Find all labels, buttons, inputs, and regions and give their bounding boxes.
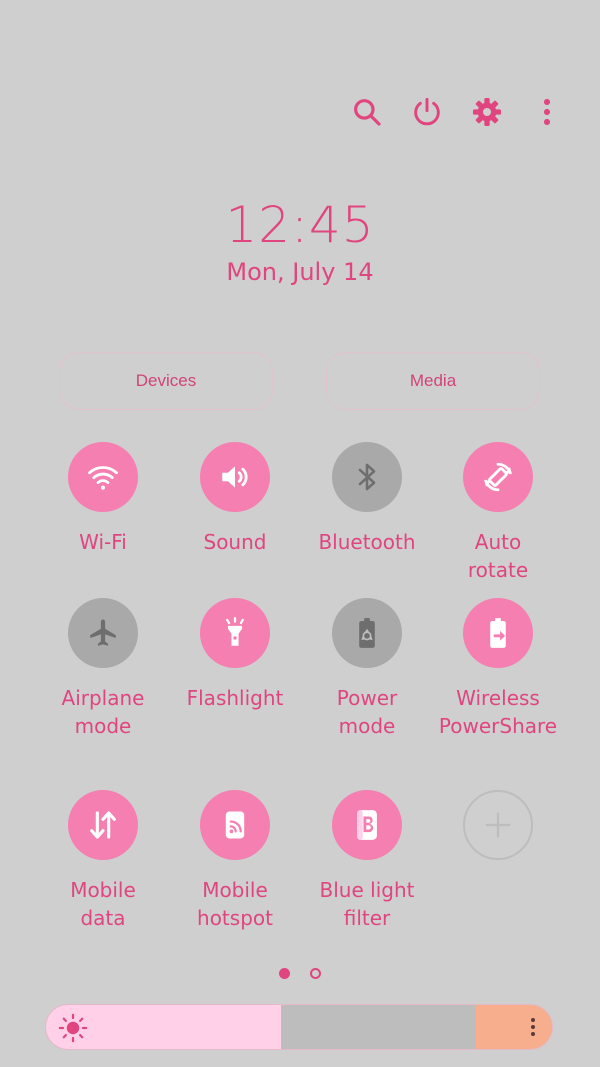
- tile-airplane-mode-toggle[interactable]: [68, 598, 138, 668]
- tile-sound-label: Sound: [203, 530, 267, 554]
- tile-mobile-data-label: Mobile data: [70, 878, 136, 930]
- mobile-hotspot-icon: [225, 811, 245, 839]
- search-icon: [354, 99, 381, 126]
- tile-airplane-mode[interactable]: Airplane mode: [38, 598, 168, 740]
- mobile-data-icon: [90, 811, 116, 839]
- tile-mobile-data[interactable]: Mobile data: [38, 790, 168, 932]
- tile-bluetooth[interactable]: Bluetooth: [302, 442, 432, 556]
- more-vertical-icon: [543, 98, 551, 126]
- sound-icon: [222, 466, 248, 488]
- add-tile-button[interactable]: [463, 790, 533, 860]
- tile-mobile-hotspot-label: Mobile hotspot: [197, 878, 273, 930]
- tile-bluetooth-toggle[interactable]: [332, 442, 402, 512]
- tile-wireless-powershare[interactable]: Wireless PowerShare: [433, 598, 563, 740]
- tile-mobile-hotspot-toggle[interactable]: [200, 790, 270, 860]
- airplane-icon: [90, 619, 116, 646]
- add-icon: [485, 812, 511, 838]
- tile-wifi-label: Wi-Fi: [79, 530, 127, 554]
- tile-mobile-data-toggle[interactable]: [68, 790, 138, 860]
- page-indicator-dot-2[interactable]: [310, 968, 321, 979]
- more-vertical-icon: [531, 1018, 535, 1036]
- tile-flashlight[interactable]: Flashlight: [170, 598, 300, 712]
- blue-light-filter-icon: [357, 810, 377, 840]
- media-button[interactable]: Media: [326, 352, 540, 410]
- sun-icon: [58, 1013, 88, 1043]
- clock-time[interactable]: 12:45: [0, 196, 600, 254]
- tile-power-mode[interactable]: Power mode: [302, 598, 432, 740]
- tile-wireless-powershare-label: Wireless PowerShare: [438, 686, 558, 738]
- flashlight-icon: [226, 616, 244, 646]
- tile-sound-toggle[interactable]: [200, 442, 270, 512]
- wireless-powershare-icon: [490, 618, 506, 648]
- tile-wireless-powershare-toggle[interactable]: [463, 598, 533, 668]
- tile-mobile-hotspot[interactable]: Mobile hotspot: [170, 790, 300, 932]
- tile-flashlight-label: Flashlight: [186, 686, 284, 710]
- tile-wifi[interactable]: Wi-Fi: [38, 442, 168, 556]
- settings-button[interactable]: [467, 92, 507, 132]
- devices-button[interactable]: Devices: [59, 352, 273, 410]
- page-indicator-dot-1[interactable]: [279, 968, 290, 979]
- tile-power-mode-label: Power mode: [336, 686, 398, 738]
- power-mode-icon: [359, 618, 375, 648]
- settings-gear-icon: [473, 98, 501, 126]
- more-options-button[interactable]: [527, 92, 567, 132]
- brightness-more-button[interactable]: [476, 1005, 552, 1049]
- power-icon: [414, 97, 440, 126]
- tile-add[interactable]: [433, 790, 563, 876]
- tile-bluetooth-label: Bluetooth: [318, 530, 416, 554]
- tile-airplane-mode-label: Airplane mode: [61, 686, 145, 738]
- bluetooth-icon: [358, 463, 376, 491]
- tile-auto-rotate-label: Auto rotate: [467, 530, 529, 582]
- power-button[interactable]: [407, 92, 447, 132]
- tile-auto-rotate-toggle[interactable]: [463, 442, 533, 512]
- tile-auto-rotate[interactable]: Auto rotate: [433, 442, 563, 584]
- tile-wifi-toggle[interactable]: [68, 442, 138, 512]
- tile-power-mode-toggle[interactable]: [332, 598, 402, 668]
- tile-blue-light-filter[interactable]: Blue light filter: [302, 790, 432, 932]
- tile-blue-light-filter-toggle[interactable]: [332, 790, 402, 860]
- tile-sound[interactable]: Sound: [170, 442, 300, 556]
- wifi-icon: [88, 466, 118, 490]
- tile-flashlight-toggle[interactable]: [200, 598, 270, 668]
- clock-date[interactable]: Mon, July 14: [0, 258, 600, 286]
- search-button[interactable]: [347, 92, 387, 132]
- brightness-slider[interactable]: [45, 1004, 553, 1050]
- auto-rotate-icon: [484, 462, 512, 492]
- tile-blue-light-filter-label: Blue light filter: [319, 878, 415, 930]
